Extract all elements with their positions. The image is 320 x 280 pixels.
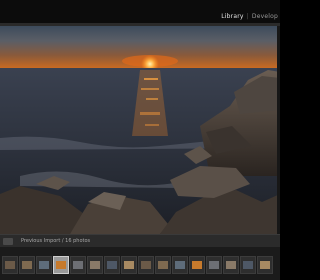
thumbnail-image (243, 261, 253, 269)
filmstrip-thumbnail[interactable] (240, 256, 256, 274)
filmstrip-source-path[interactable]: Previous Import / 16 photos (21, 238, 90, 244)
filmstrip-thumbnail[interactable] (121, 256, 137, 274)
filmstrip-thumbnail[interactable] (257, 256, 273, 274)
filmstrip-thumbnail[interactable] (206, 256, 222, 274)
filmstrip-thumbnails (2, 256, 280, 274)
thumbnail-image (158, 261, 168, 269)
filmstrip (0, 247, 280, 280)
filmstrip-thumbnail[interactable] (155, 256, 171, 274)
seascape-photo (0, 26, 280, 234)
filmstrip-thumbnail[interactable] (138, 256, 154, 274)
thumbnail-image (209, 261, 219, 269)
right-panel-toggle[interactable] (277, 26, 280, 234)
module-develop[interactable]: Develop (250, 13, 280, 20)
lightroom-window: Library | Develop Previous Import / 16 p… (0, 0, 280, 280)
thumbnail-image (22, 261, 32, 269)
thumbnail-image (5, 261, 15, 269)
thumbnail-image (56, 261, 66, 269)
filmstrip-thumbnail[interactable] (53, 256, 69, 274)
thumbnail-image (90, 261, 100, 269)
module-picker: Library | Develop (219, 10, 280, 22)
grid-view-icon[interactable] (3, 237, 13, 245)
filmstrip-thumbnail[interactable] (87, 256, 103, 274)
thumbnail-image (226, 261, 236, 269)
filmstrip-thumbnail[interactable] (189, 256, 205, 274)
thumbnail-image (73, 261, 83, 269)
filmstrip-toolbar: Previous Import / 16 photos (0, 234, 280, 247)
thumbnail-image (175, 261, 185, 269)
filmstrip-thumbnail[interactable] (2, 256, 18, 274)
filmstrip-thumbnail[interactable] (36, 256, 52, 274)
filmstrip-thumbnail[interactable] (104, 256, 120, 274)
filmstrip-thumbnail[interactable] (223, 256, 239, 274)
loupe-view[interactable] (0, 26, 280, 234)
filmstrip-thumbnail[interactable] (19, 256, 35, 274)
filmstrip-thumbnail[interactable] (172, 256, 188, 274)
thumbnail-image (192, 261, 202, 269)
filmstrip-thumbnail[interactable] (70, 256, 86, 274)
thumbnail-image (39, 261, 49, 269)
thumbnail-image (260, 261, 270, 269)
module-library[interactable]: Library (219, 13, 245, 20)
module-bar: Library | Develop (0, 0, 280, 23)
thumbnail-image (124, 261, 134, 269)
thumbnail-image (141, 261, 151, 269)
thumbnail-image (107, 261, 117, 269)
